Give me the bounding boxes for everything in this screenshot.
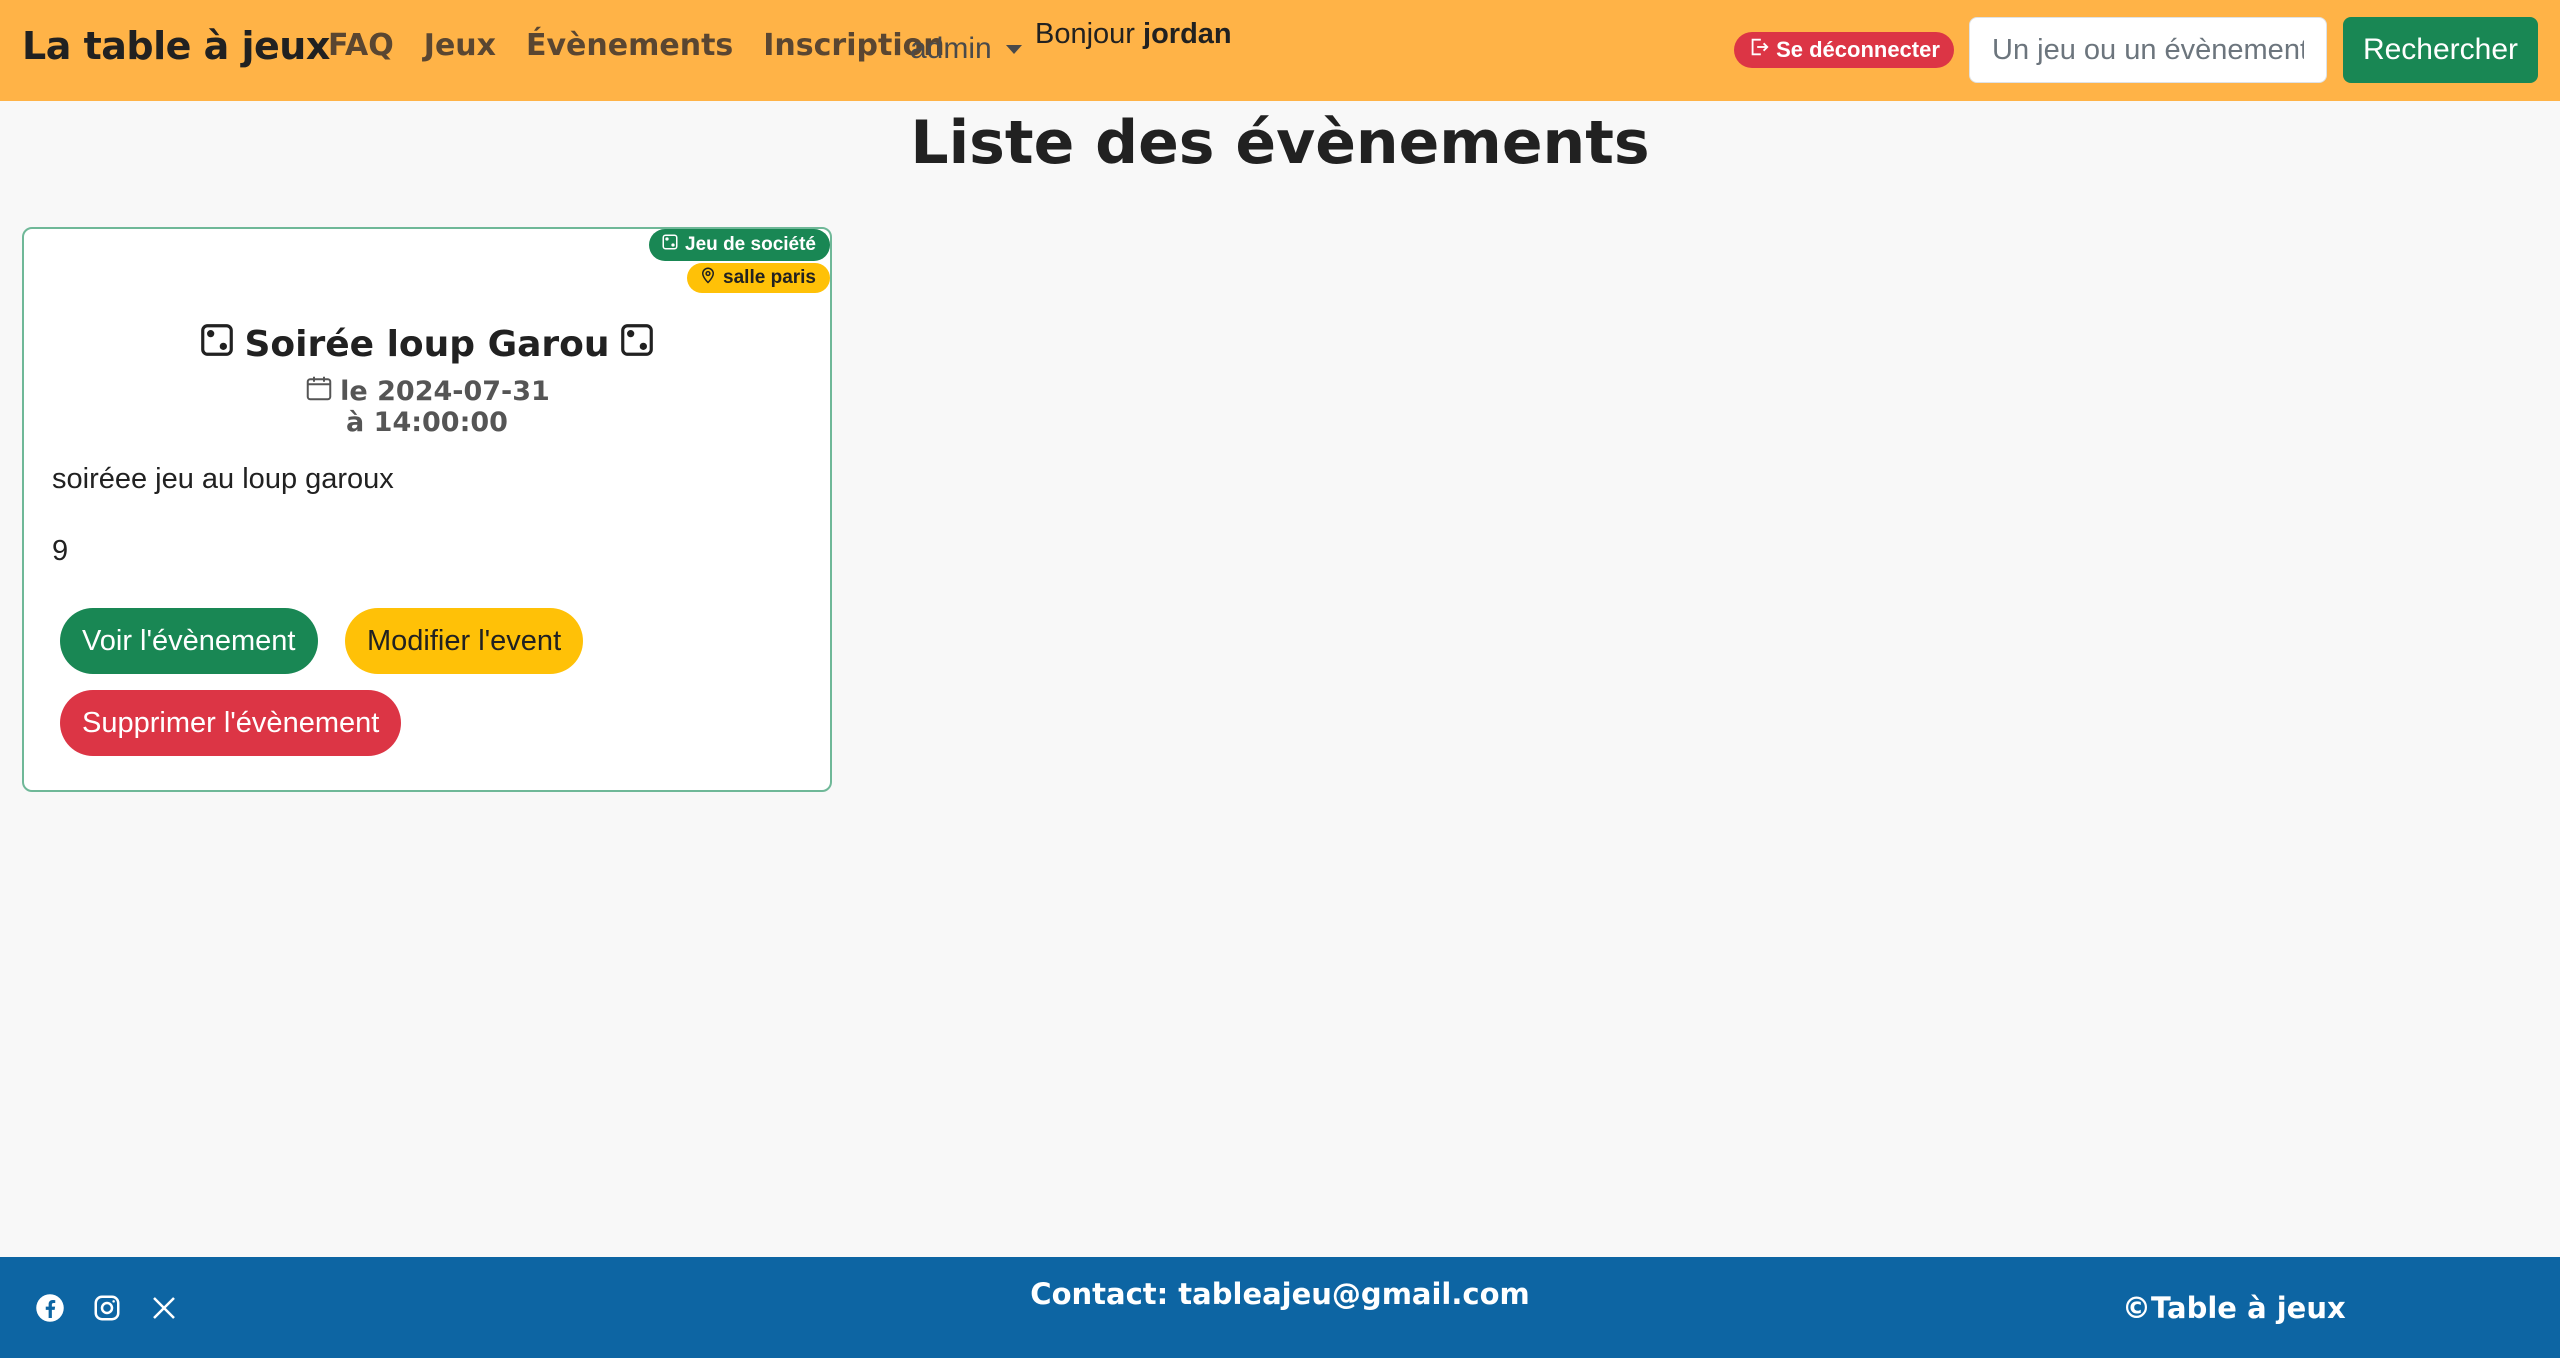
- search-button[interactable]: Rechercher: [2343, 17, 2538, 83]
- nav-link-evenements[interactable]: Évènements: [526, 28, 733, 63]
- admin-label: admin: [910, 32, 992, 65]
- page-title: Liste des évènements: [910, 108, 1650, 178]
- main-nav: FAQ Jeux Évènements Inscription: [328, 28, 975, 63]
- category-badge: Jeu de société: [649, 229, 830, 261]
- brand-logo[interactable]: La table à jeux: [22, 24, 330, 68]
- chevron-down-icon: [1005, 44, 1022, 54]
- map-pin-icon: [699, 266, 717, 290]
- admin-dropdown[interactable]: admin: [910, 32, 1022, 66]
- edit-event-button[interactable]: Modifier l'event: [345, 608, 584, 674]
- delete-event-button[interactable]: Supprimer l'évènement: [60, 690, 402, 756]
- nav-link-jeux[interactable]: Jeux: [424, 28, 496, 63]
- event-card: Jeu de société salle paris Soirée loup G…: [22, 227, 832, 792]
- greeting-prefix: Bonjour: [1035, 18, 1135, 50]
- dice-icon: [661, 233, 679, 257]
- category-label: Jeu de société: [685, 234, 816, 255]
- user-greeting: Bonjour jordan: [1035, 18, 1232, 51]
- calendar-icon: [304, 373, 334, 410]
- event-time: à 14:00:00: [346, 407, 508, 438]
- event-title-text: Soirée loup Garou: [244, 324, 610, 365]
- logout-label: Se déconnecter: [1776, 37, 1940, 62]
- event-date: le 2024-07-31: [24, 373, 830, 410]
- event-date-text: le 2024-07-31: [340, 376, 550, 407]
- dice-icon: [618, 321, 656, 368]
- navbar: La table à jeux FAQ Jeux Évènements Insc…: [0, 0, 2560, 101]
- location-badge: salle paris: [687, 263, 830, 293]
- copyright: ©Table à jeux: [2122, 1291, 2346, 1325]
- event-description: soiréee jeu au loup garoux: [52, 463, 394, 495]
- event-count: 9: [52, 535, 69, 567]
- logout-button[interactable]: Se déconnecter: [1734, 32, 1954, 68]
- view-event-button[interactable]: Voir l'évènement: [60, 608, 318, 674]
- username: jordan: [1143, 18, 1232, 50]
- location-label: salle paris: [723, 267, 816, 288]
- footer: Contact: tableajeu@gmail.com ©Table à je…: [0, 1257, 2560, 1358]
- nav-link-faq[interactable]: FAQ: [328, 28, 394, 63]
- dice-icon: [198, 321, 236, 368]
- logout-icon: [1748, 36, 1770, 64]
- event-title: Soirée loup Garou: [24, 321, 830, 368]
- search-input[interactable]: [1969, 17, 2327, 83]
